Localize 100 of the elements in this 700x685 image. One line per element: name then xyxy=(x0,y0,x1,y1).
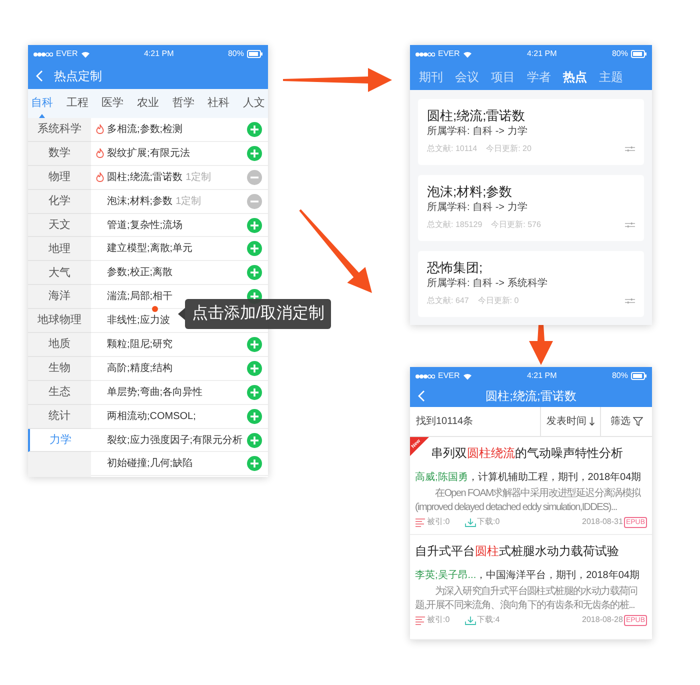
signal-icon xyxy=(415,52,435,56)
card-title: 泡沫;材料;参数 xyxy=(427,183,514,200)
download-count: 下载:4 xyxy=(477,614,501,626)
subject-tab[interactable]: 哲学 xyxy=(171,89,196,118)
category-item[interactable]: 海洋 xyxy=(28,285,91,310)
topic-row[interactable]: 两相流动;COMSOL; xyxy=(91,404,268,429)
topic-row[interactable]: 初始碰撞;几何;缺陷 xyxy=(91,452,268,476)
subject-path: 所属学科: 自科 -> 系统科学 xyxy=(427,276,548,291)
publish-date: 2018-08-31 xyxy=(582,516,623,528)
topic-card[interactable]: 圆柱;绕流;雷诺数 所属学科: 自科 -> 力学 总文献: 10114 今日更新: 20 xyxy=(418,99,644,165)
result-count: 找到10114条 xyxy=(415,414,474,429)
down-arrow-icon xyxy=(588,417,594,426)
wifi-icon xyxy=(462,372,472,380)
download-icon xyxy=(465,518,476,526)
status-time: 4:21 PM xyxy=(526,370,557,382)
cited-count: 被引:0 xyxy=(427,516,451,528)
battery-percent: 80% xyxy=(228,48,244,60)
carrier-name: EVER xyxy=(438,370,460,382)
settings-icon xyxy=(625,222,635,228)
subject-tab[interactable]: 农业 xyxy=(136,89,160,118)
topic-row[interactable]: 圆柱;绕流;雷诺数 1定制 xyxy=(91,166,268,190)
article-abstract: 在Open FOAM求解器中采用改进型延迟分离涡模拟 (improved delayed detached eddy simulation,IDDES)... xyxy=(415,487,640,515)
topic-card[interactable]: 泡沫;材料;参数 所属学科: 自科 -> 力学 总文献: 185129 今日更新: 576 xyxy=(418,175,644,241)
publish-date: 2018-08-28 xyxy=(582,614,623,626)
total-count: 总文献: 10114 xyxy=(427,143,478,155)
topic-row[interactable]: 单层势;弯曲;各向异性 xyxy=(91,380,268,405)
status-time: 4:21 PM xyxy=(526,48,557,60)
topic-label: 参数;校正;离散 xyxy=(107,266,173,280)
filter-button[interactable]: 筛选 xyxy=(600,407,652,436)
signal-icon xyxy=(33,52,53,56)
topic-row[interactable]: 建立模型;离散;单元 xyxy=(91,237,268,262)
citation-icon xyxy=(415,616,426,624)
topic-label: 湍流;局部;相干 xyxy=(107,290,173,304)
topic-card[interactable]: 恐怖集团; 所属学科: 自科 -> 系统科学 总文献: 647 今日更新: 0 xyxy=(418,251,644,317)
subject-path: 所属学科: 自科 -> 力学 xyxy=(427,200,528,215)
topic-row[interactable]: 管道;复杂性;流场 xyxy=(91,214,268,238)
card-title: 圆柱;绕流;雷诺数 xyxy=(427,107,526,124)
back-icon xyxy=(36,70,44,82)
category-item[interactable]: 生物 xyxy=(28,356,91,381)
article-title: 串列双圆柱绕流的气动噪声特性分析 xyxy=(431,445,624,462)
topic-row[interactable]: 参数;校正;离散 xyxy=(91,261,268,286)
category-item[interactable]: 地理 xyxy=(28,237,91,262)
signal-icon xyxy=(415,374,435,378)
today-count: 今日更新: 0 xyxy=(478,295,519,307)
today-count: 今日更新: 20 xyxy=(486,143,532,155)
topic-row[interactable]: 泡沫;材料;参数 1定制 xyxy=(91,190,268,214)
subject-tab[interactable]: 工程 xyxy=(65,89,90,118)
topic-row[interactable]: 颗粒;阻尼;研究 xyxy=(91,333,268,357)
topic-label: 建立模型;离散;单元 xyxy=(107,242,193,256)
total-count: 总文献: 647 xyxy=(427,295,469,307)
topic-label: 两相流动;COMSOL; xyxy=(107,410,196,424)
battery-icon xyxy=(630,372,647,380)
topic-label: 管道;复杂性;流场 xyxy=(107,218,183,232)
topic-label: 颗粒;阻尼;研究 xyxy=(107,338,173,352)
category-item[interactable]: 化学 xyxy=(28,190,91,214)
category-item[interactable]: 地质 xyxy=(28,333,91,357)
topic-row[interactable]: 裂纹扩展;有限元法 xyxy=(91,142,268,166)
subject-tab[interactable]: 社科 xyxy=(206,89,231,118)
topic-row[interactable]: 裂纹;应力强度因子;有限元分析 xyxy=(91,428,268,452)
topic-row[interactable]: 多相流;参数;检测 xyxy=(91,118,268,142)
subject-tab[interactable]: 人文 xyxy=(242,89,266,118)
article-title: 自升式平台圆柱式桩腿水动力载荷试验 xyxy=(415,543,620,560)
battery-percent: 80% xyxy=(612,370,628,382)
download-icon xyxy=(465,616,476,624)
custom-count: 1定制 xyxy=(176,194,202,209)
topic-label: 多相流;参数;检测 xyxy=(107,122,183,137)
category-item[interactable]: 物理 xyxy=(28,166,91,190)
status-time: 4:21 PM xyxy=(144,48,174,60)
screen-title: 圆柱;绕流;雷诺数 xyxy=(486,388,576,405)
topic-label: 高阶;精度;结构 xyxy=(107,362,173,376)
back-icon xyxy=(418,390,426,402)
carrier-name: EVER xyxy=(56,48,78,60)
sort-button[interactable]: 发表时间 xyxy=(540,407,600,436)
topic-label: 非线性;应力波 xyxy=(107,314,170,328)
subject-tab[interactable]: 医学 xyxy=(100,89,125,118)
battery-icon xyxy=(630,50,647,58)
category-item[interactable]: 系统科学 xyxy=(28,118,91,142)
total-count: 总文献: 185129 xyxy=(427,219,482,231)
funnel-icon xyxy=(632,417,642,426)
topic-row[interactable]: 高阶;精度;结构 xyxy=(91,356,268,381)
settings-icon xyxy=(625,146,635,152)
card-title: 恐怖集团; xyxy=(427,259,484,276)
wifi-icon xyxy=(462,50,472,58)
topic-label: 泡沫;材料;参数 xyxy=(107,194,173,209)
screen-title: 热点定制 xyxy=(54,68,102,85)
settings-icon xyxy=(625,298,635,304)
article-abstract: 为深入研究自升式平台圆柱式桩腿的水动力载荷问 题,开展不同来流角、浪向角下的有齿条和无齿条的桩... xyxy=(415,585,638,613)
category-item[interactable]: 数学 xyxy=(28,142,91,166)
category-item[interactable]: 生态 xyxy=(28,380,91,405)
flame-icon xyxy=(96,148,104,158)
wifi-icon xyxy=(80,50,90,58)
category-item[interactable]: 地球物理 xyxy=(28,309,91,334)
custom-count: 1定制 xyxy=(186,170,212,185)
category-item[interactable]: 天文 xyxy=(28,214,91,238)
topic-label: 单层势;弯曲;各向异性 xyxy=(107,386,203,400)
category-item[interactable]: 大气 xyxy=(28,261,91,286)
topic-label: 圆柱;绕流;雷诺数 xyxy=(107,170,183,185)
download-count: 下载:0 xyxy=(477,516,501,528)
carrier-name: EVER xyxy=(438,48,460,60)
ribbon-corner xyxy=(410,437,429,456)
